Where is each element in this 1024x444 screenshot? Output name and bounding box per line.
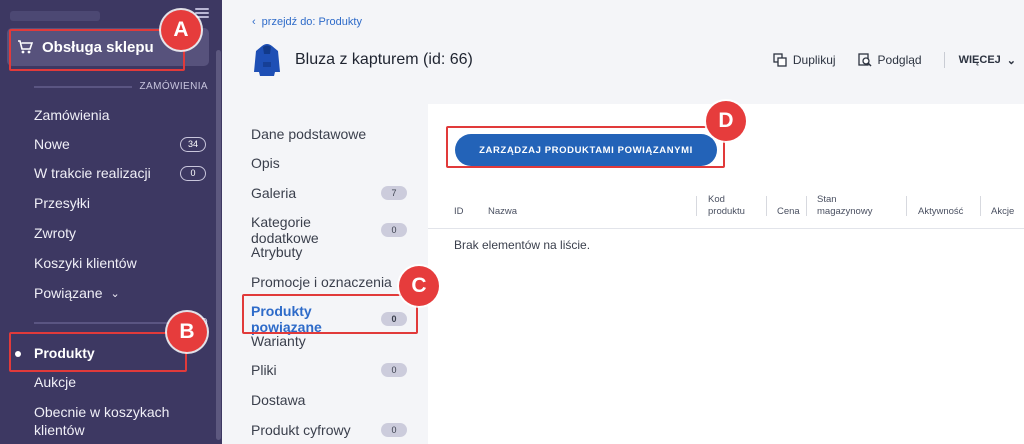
highlight-box-d	[446, 126, 725, 168]
count-badge: 0	[381, 363, 407, 377]
sidebar-item-returns[interactable]: Zwroty	[34, 225, 206, 241]
column-header-stock[interactable]: Stan magazynowy	[817, 194, 872, 218]
empty-list-message: Brak elementów na liście.	[454, 238, 591, 252]
highlight-box-b	[9, 332, 187, 372]
column-divider	[696, 196, 697, 216]
column-header-price[interactable]: Cena	[777, 206, 800, 218]
tab-variants[interactable]: Warianty	[251, 333, 407, 349]
sidebar-item-in-carts[interactable]: Obecnie w koszykach klientów	[34, 403, 174, 439]
count-badge: 0	[381, 223, 407, 237]
sidebar-item-carts[interactable]: Koszyki klientów	[34, 255, 206, 271]
header-actions: Duplikuj Podgląd WIĘCEJ ⌄	[773, 51, 1024, 69]
more-dropdown[interactable]: WIĘCEJ ⌄	[959, 54, 1016, 67]
count-badge: 7	[381, 186, 407, 200]
tab-files[interactable]: Pliki 0	[251, 362, 407, 378]
header-divider	[943, 52, 945, 68]
column-divider	[806, 196, 807, 216]
highlight-box-a	[9, 29, 185, 71]
column-divider	[980, 196, 981, 216]
sidebar-scrollbar[interactable]	[216, 50, 221, 440]
sidebar-item-related[interactable]: Powiązane ⌄	[34, 285, 206, 301]
highlight-box-c	[242, 294, 418, 334]
column-header-code[interactable]: Kod produktu	[708, 194, 745, 218]
chevron-down-icon: ⌄	[1006, 54, 1016, 67]
chevron-left-icon: ‹	[252, 16, 256, 28]
annotation-marker-d: D	[706, 101, 746, 141]
table-header-divider	[428, 228, 1024, 229]
tab-additional-categories[interactable]: Kategorie dodatkowe 0	[251, 214, 407, 246]
sidebar-item-orders[interactable]: Zamówienia	[34, 107, 206, 123]
preview-icon	[857, 53, 872, 67]
duplicate-icon	[773, 53, 787, 67]
annotation-marker-a: A	[161, 10, 201, 50]
sidebar-top-bar	[10, 11, 100, 21]
sidebar-item-shipments[interactable]: Przesyłki	[34, 195, 206, 211]
tab-gallery[interactable]: Galeria 7	[251, 185, 407, 201]
count-badge: 34	[180, 136, 206, 152]
tab-attributes[interactable]: Atrybuty	[251, 244, 407, 260]
product-thumbnail	[254, 44, 280, 76]
page-title: Bluza z kapturem (id: 66)	[295, 51, 473, 68]
column-header-actions: Akcje	[991, 206, 1015, 217]
preview-button[interactable]: Podgląd	[857, 53, 922, 67]
annotation-marker-b: B	[167, 312, 207, 352]
column-divider	[906, 196, 907, 216]
sidebar-item-new[interactable]: Nowe 34	[34, 136, 206, 152]
sidebar-item-in-progress[interactable]: W trakcie realizacji 0	[34, 165, 206, 181]
duplicate-button[interactable]: Duplikuj	[773, 53, 836, 67]
annotation-marker-c: C	[399, 266, 439, 306]
page-header: ‹ przejdź do: Produkty Bluza z kapturem …	[222, 0, 1024, 104]
column-header-id[interactable]: ID	[454, 206, 464, 218]
tab-basic-data[interactable]: Dane podstawowe	[251, 126, 407, 142]
column-header-name[interactable]: Nazwa	[488, 206, 517, 218]
column-divider	[766, 196, 767, 216]
sidebar-item-auctions[interactable]: Aukcje	[34, 374, 206, 390]
tab-promotions[interactable]: Promocje i oznaczenia	[251, 274, 407, 290]
tab-digital-product[interactable]: Produkt cyfrowy 0	[251, 422, 407, 438]
count-badge: 0	[180, 165, 206, 181]
chevron-down-icon: ⌄	[110, 287, 120, 300]
tab-description[interactable]: Opis	[251, 155, 407, 171]
count-badge: 0	[381, 423, 407, 437]
product-sections-nav: Dane podstawowe Opis Galeria 7 Kategorie …	[222, 104, 428, 444]
breadcrumb[interactable]: ‹ przejdź do: Produkty	[252, 16, 362, 28]
column-header-activity[interactable]: Aktywność	[918, 206, 963, 218]
sidebar-section-orders: ZAMÓWIENIA	[34, 81, 208, 92]
tab-delivery[interactable]: Dostawa	[251, 392, 407, 408]
